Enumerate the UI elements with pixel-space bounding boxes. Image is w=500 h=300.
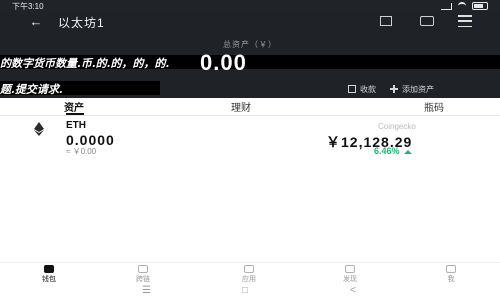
infinity-icon: [138, 265, 148, 273]
plus-icon: [390, 85, 398, 93]
total-assets-value: 0.00: [200, 50, 247, 75]
tag-icon[interactable]: [420, 16, 434, 26]
nav-discover-label: 发现: [343, 276, 357, 283]
system-nav-bar: ☰ □ <: [0, 284, 500, 300]
receive-icon: [348, 85, 356, 93]
asset-tabs: 资产 理财 瓶码: [0, 98, 500, 116]
receive-button[interactable]: 收款: [348, 80, 376, 98]
qr-icon[interactable]: [380, 16, 392, 26]
nav-me[interactable]: 我: [426, 265, 476, 284]
up-arrow-icon: [403, 149, 412, 154]
wallet-header: ← 以太坊1 总资产（￥） 的数字货币数量.币.的.的，的，的. 0.00 题.…: [0, 12, 500, 98]
system-menu-icon[interactable]: ☰: [142, 285, 151, 296]
status-time: 下午3:10: [12, 1, 44, 11]
asset-fiat-value: ≈ ￥0.00: [66, 147, 97, 156]
wallet-screen: 下午3:10 ← 以太坊1 总资产（￥） 的数字货币数量.币.的.的，的，的. …: [0, 0, 500, 300]
signal-icon: [441, 2, 452, 10]
back-arrow-icon[interactable]: ←: [30, 14, 43, 29]
nav-me-label: 我: [447, 276, 455, 283]
overlay-text-line-2: 题.提交请求.: [0, 81, 160, 95]
menu-icon[interactable]: [458, 15, 472, 27]
add-asset-button[interactable]: 添加资产: [390, 80, 434, 98]
nav-apps[interactable]: 应用: [224, 265, 274, 284]
add-asset-label: 添加资产: [402, 84, 434, 94]
nav-apps-label: 应用: [242, 276, 256, 283]
status-bar: 下午3:10: [0, 0, 500, 12]
discover-icon: [345, 265, 355, 273]
nav-crosschain-label: 跨链: [136, 276, 150, 283]
overlay-text-line-1: 的数字货币数量.币.的.的，的，的.: [0, 55, 500, 69]
ethereum-icon: [34, 122, 44, 136]
profile-icon: [446, 265, 456, 273]
asset-change: 6.46%: [374, 146, 412, 156]
wifi-icon: [458, 2, 466, 10]
bottom-nav: 钱包 跨链 应用 发现 我: [0, 262, 500, 284]
receive-label: 收款: [360, 84, 376, 94]
wallet-title[interactable]: 以太坊1: [58, 14, 105, 31]
nav-wallet[interactable]: 钱包: [24, 265, 74, 284]
title-row: ← 以太坊1: [0, 12, 500, 30]
asset-row-eth[interactable]: ETH 0.0000 ≈ ￥0.00 Coingecko ￥12,128.29 …: [0, 116, 500, 160]
asset-change-value: 6.46%: [374, 146, 400, 156]
asset-symbol: ETH: [66, 120, 86, 131]
tab-market[interactable]: 瓶码: [424, 99, 444, 114]
wallet-icon: [44, 265, 54, 273]
price-source: Coingecko: [378, 122, 416, 131]
apps-icon: [244, 265, 254, 273]
system-back-icon[interactable]: <: [350, 285, 356, 296]
status-icons: [441, 2, 488, 10]
total-assets-label: 总资产（￥）: [223, 40, 277, 49]
nav-discover[interactable]: 发现: [325, 265, 375, 284]
battery-icon: [472, 2, 488, 10]
nav-crosschain[interactable]: 跨链: [118, 265, 168, 284]
tab-assets[interactable]: 资产: [64, 99, 84, 114]
system-home-icon[interactable]: □: [242, 285, 248, 296]
tab-finance[interactable]: 理财: [231, 99, 251, 114]
active-tab-indicator: [66, 113, 84, 115]
nav-wallet-label: 钱包: [42, 276, 56, 283]
